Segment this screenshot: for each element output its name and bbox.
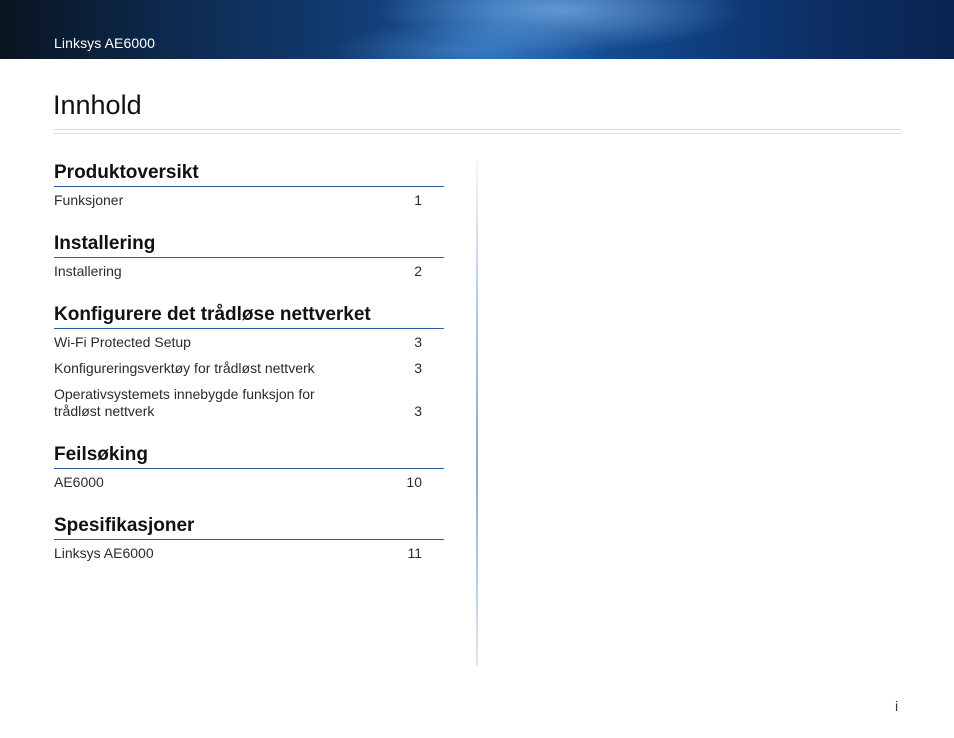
toc-section-installering: Installering Installering 2 <box>54 231 444 284</box>
page-number: i <box>895 698 899 714</box>
toc-entry-page: 3 <box>414 403 422 419</box>
toc-entry-page: 11 <box>407 545 422 561</box>
toc-entry[interactable]: AE6000 10 <box>54 469 444 495</box>
toc-entry-label: Linksys AE6000 <box>54 545 154 561</box>
column-divider <box>476 160 478 666</box>
toc-entry-page: 3 <box>414 360 422 376</box>
toc-entry-label: Installering <box>54 263 122 279</box>
heading-rule <box>54 129 901 134</box>
header-banner: Linksys AE6000 <box>0 0 954 59</box>
section-title[interactable]: Installering <box>54 231 444 258</box>
section-title[interactable]: Feilsøking <box>54 442 444 469</box>
section-title[interactable]: Konfigurere det trådløse nettverket <box>54 302 444 329</box>
toc-entry-label: Operativsystemets innebygde funksjon for… <box>54 386 315 419</box>
toc-entry-label: Konfigureringsverktøy for trådløst nettv… <box>54 360 315 376</box>
toc-entry[interactable]: Konfigureringsverktøy for trådløst nettv… <box>54 355 444 381</box>
header-title: Linksys AE6000 <box>54 35 156 51</box>
toc-section-feilsoking: Feilsøking AE6000 10 <box>54 442 444 495</box>
toc-entry-label: AE6000 <box>54 474 104 490</box>
page-title: Innhold <box>53 90 142 120</box>
section-title[interactable]: Spesifikasjoner <box>54 513 444 540</box>
toc-entry[interactable]: Funksjoner 1 <box>54 187 444 213</box>
table-of-contents: Produktoversikt Funksjoner 1 Installerin… <box>54 160 444 584</box>
toc-entry-page: 10 <box>406 474 422 490</box>
toc-section-konfigurere: Konfigurere det trådløse nettverket Wi-F… <box>54 302 444 424</box>
toc-entry-page: 2 <box>414 263 422 279</box>
toc-entry-label: Funksjoner <box>54 192 124 208</box>
toc-section-produktoversikt: Produktoversikt Funksjoner 1 <box>54 160 444 213</box>
toc-entry[interactable]: Operativsystemets innebygde funksjon for… <box>54 381 444 424</box>
toc-entry[interactable]: Wi-Fi Protected Setup 3 <box>54 329 444 355</box>
toc-entry-page: 1 <box>414 192 422 208</box>
toc-entry[interactable]: Installering 2 <box>54 258 444 284</box>
toc-entry[interactable]: Linksys AE6000 11 <box>54 540 444 566</box>
toc-entry-label: Wi-Fi Protected Setup <box>54 334 191 350</box>
toc-section-spesifikasjoner: Spesifikasjoner Linksys AE6000 11 <box>54 513 444 566</box>
toc-entry-page: 3 <box>414 334 422 350</box>
section-title[interactable]: Produktoversikt <box>54 160 444 187</box>
